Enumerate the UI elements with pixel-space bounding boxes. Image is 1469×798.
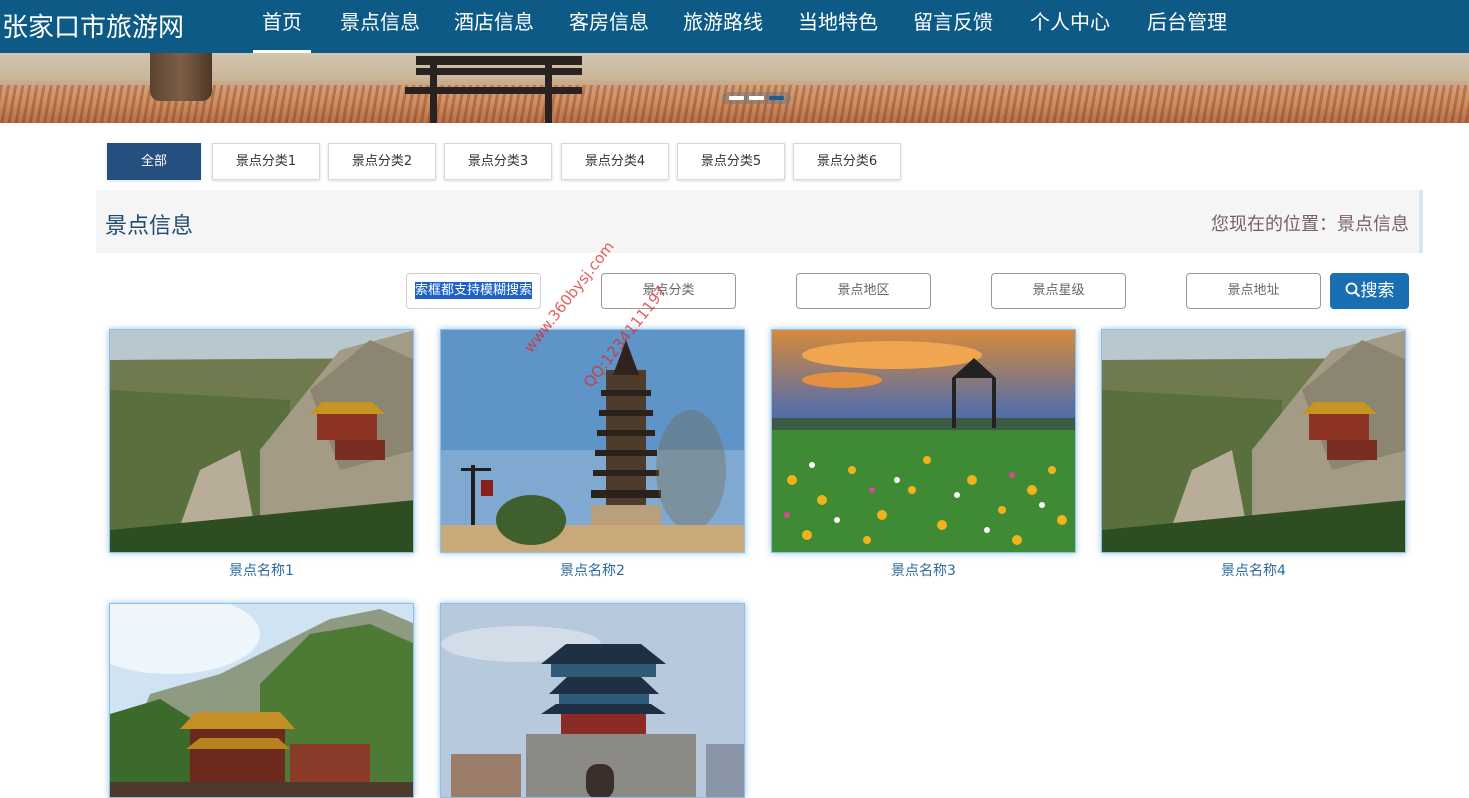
section-title: 景点信息 bbox=[105, 214, 194, 239]
banner-bench bbox=[416, 56, 582, 65]
banner-carousel[interactable] bbox=[0, 53, 1469, 123]
category-4[interactable]: 景点分类4 bbox=[561, 143, 669, 180]
carousel-dot-3-active[interactable] bbox=[769, 96, 784, 100]
attraction-image-1 bbox=[110, 330, 413, 552]
search-address-input[interactable]: 景点地址 bbox=[1186, 273, 1321, 309]
attraction-card-6[interactable] bbox=[440, 603, 745, 798]
category-5[interactable]: 景点分类5 bbox=[677, 143, 785, 180]
carousel-dot-2[interactable] bbox=[749, 96, 764, 100]
nav-feedback[interactable]: 留言反馈 bbox=[913, 0, 993, 53]
category-1[interactable]: 景点分类1 bbox=[212, 143, 320, 180]
category-2[interactable]: 景点分类2 bbox=[328, 143, 436, 180]
search-icon bbox=[1345, 282, 1360, 298]
attraction-card-5[interactable] bbox=[109, 603, 414, 798]
search-name-input[interactable]: 索框都支持模糊搜索 bbox=[406, 273, 541, 309]
top-navbar: 张家口市旅游网 首页 景点信息 酒店信息 客房信息 旅游路线 当地特色 留言反馈… bbox=[0, 0, 1469, 53]
search-button[interactable]: 搜索 bbox=[1330, 273, 1409, 309]
carousel-dot-1[interactable] bbox=[729, 96, 744, 100]
attraction-image-6 bbox=[441, 604, 744, 797]
search-region-input[interactable]: 景点地区 bbox=[796, 273, 931, 309]
breadcrumb: 您现在的位置：景点信息 bbox=[1211, 214, 1409, 235]
attraction-image-4 bbox=[1102, 330, 1405, 552]
attraction-card-1[interactable] bbox=[109, 329, 414, 553]
banner-tree-trunk bbox=[150, 53, 212, 101]
nav-admin[interactable]: 后台管理 bbox=[1147, 0, 1227, 53]
attraction-card-4[interactable] bbox=[1101, 329, 1406, 553]
category-all[interactable]: 全部 bbox=[107, 143, 201, 180]
nav-rooms[interactable]: 客房信息 bbox=[569, 0, 649, 53]
nav-home[interactable]: 首页 bbox=[253, 0, 311, 53]
attraction-image-3 bbox=[772, 330, 1075, 552]
attraction-image-5 bbox=[110, 604, 413, 797]
nav-routes[interactable]: 旅游路线 bbox=[683, 0, 763, 53]
category-6[interactable]: 景点分类6 bbox=[793, 143, 901, 180]
carousel-indicators bbox=[722, 92, 791, 104]
nav-attractions[interactable]: 景点信息 bbox=[340, 0, 420, 53]
attraction-name-3[interactable]: 景点名称3 bbox=[771, 560, 1076, 580]
section-header: 景点信息 您现在的位置：景点信息 bbox=[96, 190, 1423, 253]
attraction-name-2[interactable]: 景点名称2 bbox=[440, 560, 745, 580]
nav-specialties[interactable]: 当地特色 bbox=[798, 0, 878, 53]
search-button-label: 搜索 bbox=[1360, 281, 1395, 301]
site-brand[interactable]: 张家口市旅游网 bbox=[2, 7, 184, 44]
category-3[interactable]: 景点分类3 bbox=[444, 143, 552, 180]
search-rating-input[interactable]: 景点星级 bbox=[991, 273, 1126, 309]
attraction-name-1[interactable]: 景点名称1 bbox=[109, 560, 414, 580]
nav-profile[interactable]: 个人中心 bbox=[1030, 0, 1110, 53]
attraction-name-4[interactable]: 景点名称4 bbox=[1101, 560, 1406, 580]
search-name-value: 索框都支持模糊搜索 bbox=[414, 282, 532, 299]
attraction-card-3[interactable] bbox=[771, 329, 1076, 553]
nav-hotels[interactable]: 酒店信息 bbox=[454, 0, 534, 53]
